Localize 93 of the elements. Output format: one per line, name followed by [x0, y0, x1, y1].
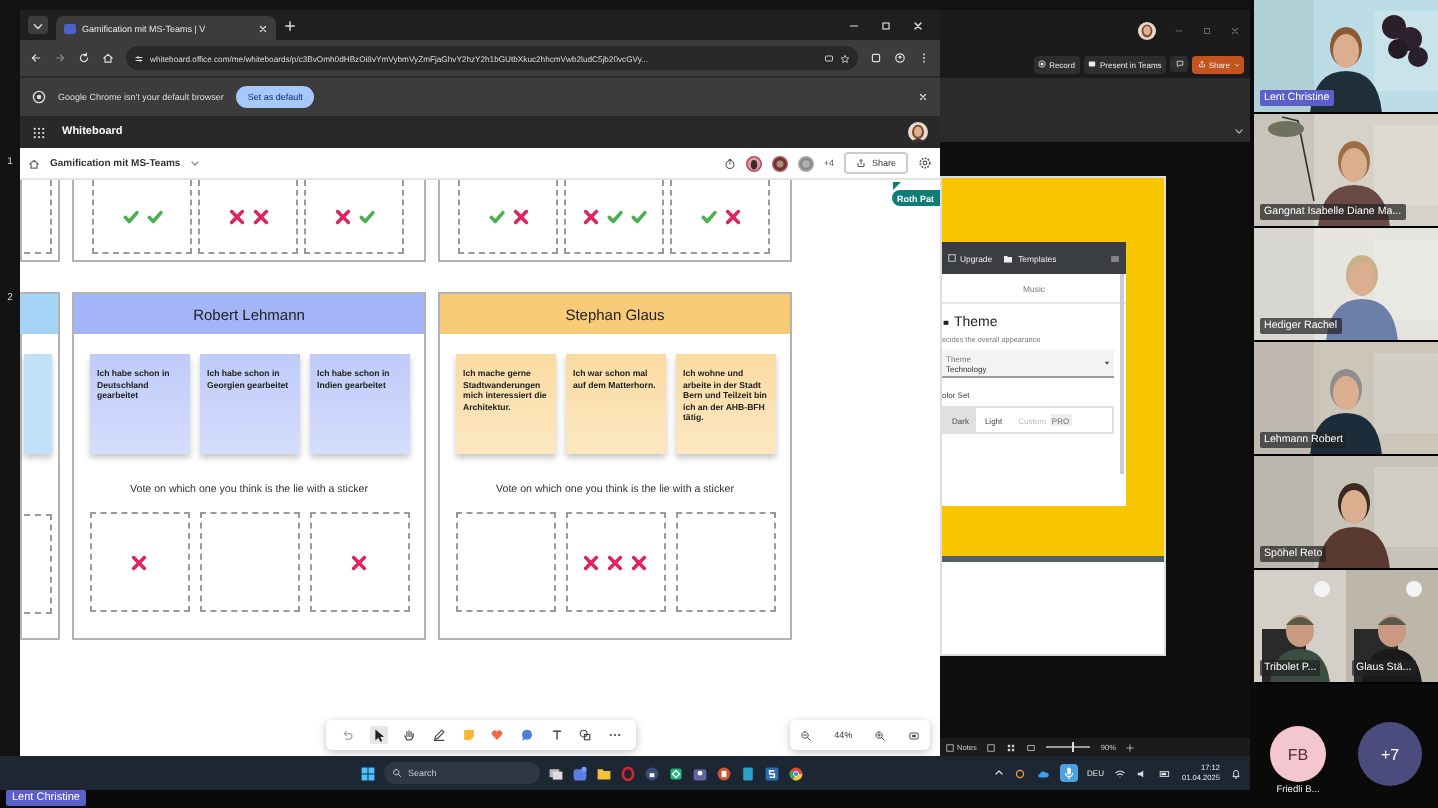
cross-sticker — [333, 207, 351, 225]
zoom-in-icon[interactable] — [873, 729, 886, 741]
diamond-icon[interactable] — [668, 765, 684, 781]
more-participants-button[interactable]: +7 — [1358, 722, 1422, 786]
pointer-icon[interactable] — [369, 726, 388, 744]
heart-icon[interactable] — [490, 728, 505, 742]
tile-icon[interactable] — [764, 765, 780, 781]
task-view-icon[interactable] — [548, 765, 564, 781]
chevron-down-icon[interactable] — [1234, 126, 1244, 136]
present-icon — [1088, 60, 1097, 68]
fit-screen-icon[interactable] — [907, 729, 920, 741]
cross-sticker — [130, 553, 148, 571]
chat-icon[interactable] — [519, 728, 534, 742]
vote-box — [675, 512, 775, 612]
chat-icon — [1175, 60, 1184, 68]
timer-icon[interactable] — [723, 157, 736, 169]
start-icon[interactable] — [360, 765, 376, 781]
upgrade-icon — [948, 254, 956, 262]
share-icon — [1197, 60, 1206, 68]
notification-icon[interactable] — [1230, 767, 1242, 779]
chevron-down-icon[interactable] — [190, 158, 201, 168]
chevron-up-icon[interactable] — [993, 768, 1004, 778]
lock-icon[interactable] — [644, 765, 660, 781]
speaker-icon[interactable] — [1135, 767, 1148, 779]
browser-logo-icon — [32, 90, 46, 104]
teams-icon[interactable] — [572, 765, 588, 781]
grid-view-icon[interactable] — [1006, 743, 1017, 751]
star-icon[interactable] — [840, 53, 850, 63]
normal-view-icon[interactable] — [986, 743, 997, 751]
wheel-icon[interactable] — [788, 765, 804, 781]
vote-box — [24, 514, 52, 614]
sync-icon[interactable] — [1013, 767, 1026, 779]
slideshow-icon[interactable] — [716, 765, 732, 781]
chevron-down-icon — [32, 19, 44, 31]
avatar[interactable] — [908, 122, 928, 142]
caret-icon — [1104, 360, 1110, 366]
minimize-icon[interactable] — [848, 19, 860, 31]
cross-sticker — [350, 553, 368, 571]
text-icon[interactable] — [549, 728, 564, 742]
cross-sticker — [227, 207, 245, 225]
forward-icon[interactable] — [54, 52, 66, 64]
apps-icon[interactable] — [32, 125, 46, 139]
search-icon — [392, 768, 402, 778]
home-icon[interactable] — [28, 157, 40, 169]
people-icon[interactable] — [692, 765, 708, 781]
reload-icon[interactable] — [78, 52, 90, 64]
shapes-icon[interactable] — [578, 728, 593, 742]
extensions-icon[interactable] — [870, 52, 882, 64]
cross-sticker — [630, 553, 648, 571]
record-icon — [1038, 60, 1047, 68]
chevron-down-icon — [1233, 61, 1239, 67]
site-info-icon — [134, 53, 144, 63]
cross-sticker — [581, 207, 599, 225]
cross-sticker — [606, 553, 624, 571]
favicon — [64, 23, 76, 33]
profile-icon[interactable] — [894, 52, 906, 64]
avatar[interactable]: FB — [1270, 726, 1326, 782]
folder-icon[interactable] — [596, 765, 612, 781]
cross-sticker — [251, 207, 269, 225]
vote-box — [199, 512, 299, 612]
reading-view-icon[interactable] — [1026, 743, 1037, 751]
wifi-icon[interactable] — [1113, 767, 1126, 779]
ring-icon[interactable] — [620, 765, 636, 781]
vote-box — [455, 512, 555, 612]
share-icon — [855, 158, 866, 168]
hand-icon[interactable] — [402, 728, 417, 742]
battery-icon[interactable] — [1157, 767, 1172, 779]
back-icon[interactable] — [30, 52, 42, 64]
new-tab-icon[interactable] — [284, 19, 296, 31]
folder-icon — [1002, 253, 1015, 263]
check-sticker — [357, 207, 375, 225]
notes-icon — [946, 743, 954, 751]
menu-icon[interactable] — [1110, 253, 1120, 263]
cloud-icon[interactable] — [1035, 767, 1050, 779]
pen-icon[interactable] — [431, 728, 446, 742]
settings-icon[interactable] — [918, 156, 932, 170]
book-icon[interactable] — [740, 765, 756, 781]
sticky-note — [24, 354, 52, 454]
cross-sticker — [511, 207, 529, 225]
scrollbar[interactable] — [1120, 274, 1124, 474]
check-sticker — [699, 207, 717, 225]
cross-sticker — [723, 207, 741, 225]
avatar[interactable] — [745, 155, 762, 171]
zoom-out-icon[interactable] — [800, 729, 813, 741]
install-icon[interactable] — [824, 53, 834, 63]
tab-search-button[interactable] — [28, 16, 48, 34]
microphone-icon[interactable] — [1059, 764, 1078, 782]
fit-icon[interactable] — [1126, 743, 1135, 751]
avatar[interactable] — [1138, 21, 1156, 39]
cross-sticker — [582, 553, 600, 571]
vote-box — [24, 180, 52, 254]
check-sticker — [487, 207, 505, 225]
chat-button[interactable] — [1170, 56, 1189, 72]
